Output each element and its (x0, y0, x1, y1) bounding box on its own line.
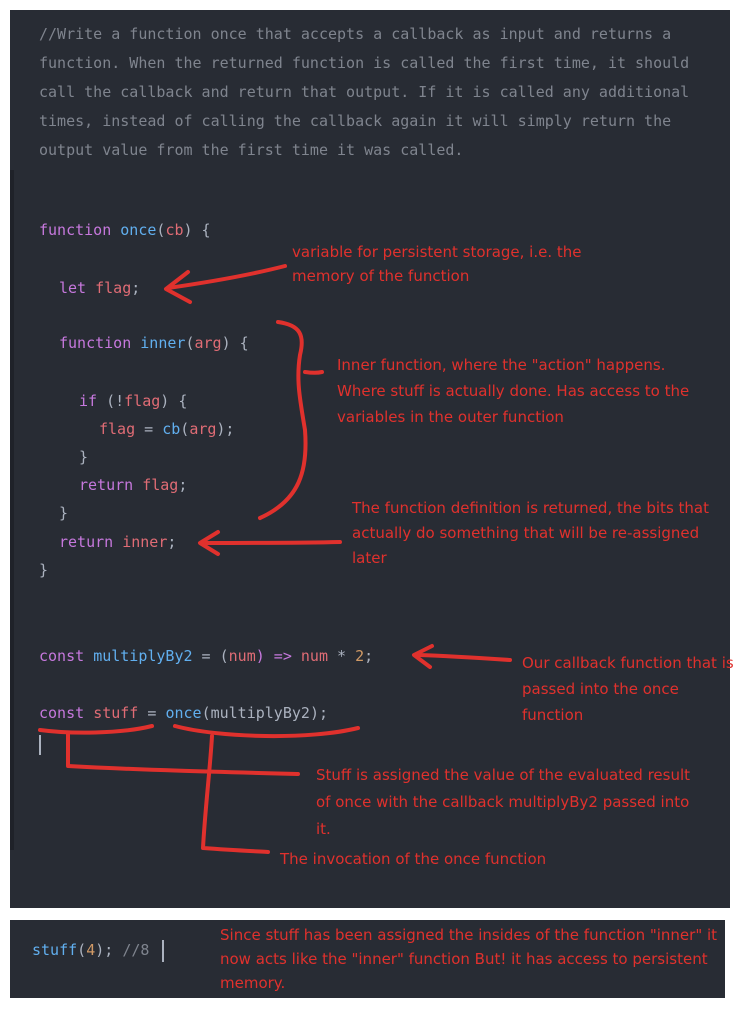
paren: ); (309, 704, 328, 722)
semicolon: ; (178, 476, 188, 494)
annotation-inner: Inner function, where the "action" happe… (337, 356, 690, 426)
keyword: function (39, 221, 112, 239)
variable: flag (142, 476, 179, 494)
keyword: return (79, 476, 134, 494)
editor-gutter (10, 170, 14, 850)
operator: = (192, 647, 220, 665)
keyword: if (79, 392, 98, 410)
code-line-6: } (79, 448, 89, 466)
paren: (! (97, 392, 125, 410)
annotation-flag: variable for persistent storage, i.e. th… (292, 243, 582, 285)
code-line-8: } (59, 504, 69, 522)
paren: ( (201, 704, 211, 722)
code-line-4: if (!flag) { (79, 391, 187, 411)
annotation-stuff: Stuff is assigned the value of the evalu… (316, 766, 691, 838)
code-line-12: const stuff = once(multiplyBy2); (39, 703, 328, 723)
function-name: multiplyBy2 (93, 647, 193, 665)
console-line: stuff(4); //8 (32, 940, 149, 960)
keyword: const (39, 647, 85, 665)
function-call: once (165, 704, 202, 722)
variable: flag (99, 420, 136, 438)
code-line-11: const multiplyBy2 = (num) => num * 2; (39, 646, 373, 666)
paren: ( (77, 941, 87, 959)
paren: ( (219, 647, 229, 665)
operator: = (138, 704, 166, 722)
variable: flag (95, 279, 132, 297)
code-line-1: function once(cb) { (39, 220, 211, 240)
keyword: function (59, 334, 132, 352)
function-call: cb (162, 420, 181, 438)
code-line-10: } (39, 561, 49, 579)
param: cb (165, 221, 184, 239)
variable: num (300, 647, 328, 665)
console-cursor (162, 940, 164, 962)
function-name: inner (140, 334, 186, 352)
variable: stuff (93, 704, 139, 722)
paren: ); (216, 420, 235, 438)
code-line-9: return inner; (59, 532, 176, 552)
code-line-5: flag = cb(arg); (99, 419, 234, 439)
semicolon: ; (131, 279, 141, 297)
annotation-invocation: The invocation of the once function (280, 850, 547, 868)
param: arg (194, 334, 222, 352)
semicolon: ; (167, 533, 177, 551)
text-cursor (39, 735, 41, 755)
semicolon: ; (364, 647, 374, 665)
top-comment: //Write a function once that accepts a c… (39, 25, 690, 159)
param: num (228, 647, 256, 665)
function-name: once (120, 221, 157, 239)
annotation-console: Since stuff has been assigned the inside… (220, 926, 718, 992)
number: 4 (86, 941, 96, 959)
operator: * (328, 647, 356, 665)
code-line-2: let flag; (59, 278, 140, 298)
paren: ) { (221, 334, 249, 352)
function-call: stuff (32, 941, 78, 959)
result-comment: //8 (122, 941, 150, 959)
paren: ) { (183, 221, 211, 239)
paren: ( (180, 420, 190, 438)
keyword: return (59, 533, 114, 551)
operator: = (135, 420, 163, 438)
argument: multiplyBy2 (210, 704, 310, 722)
keyword: const (39, 704, 85, 722)
code-line-3: function inner(arg) { (59, 333, 249, 353)
param: arg (189, 420, 217, 438)
annotation-callback: Our callback function that is passed int… (522, 654, 734, 724)
variable: flag (124, 392, 161, 410)
paren: ); (95, 941, 123, 959)
keyword: let (59, 279, 87, 297)
variable: inner (122, 533, 168, 551)
annotation-return: The function definition is returned, the… (352, 499, 709, 567)
paren: ) { (160, 392, 188, 410)
number: 2 (355, 647, 365, 665)
arrow: ) => (255, 647, 301, 665)
code-line-7: return flag; (79, 475, 187, 495)
